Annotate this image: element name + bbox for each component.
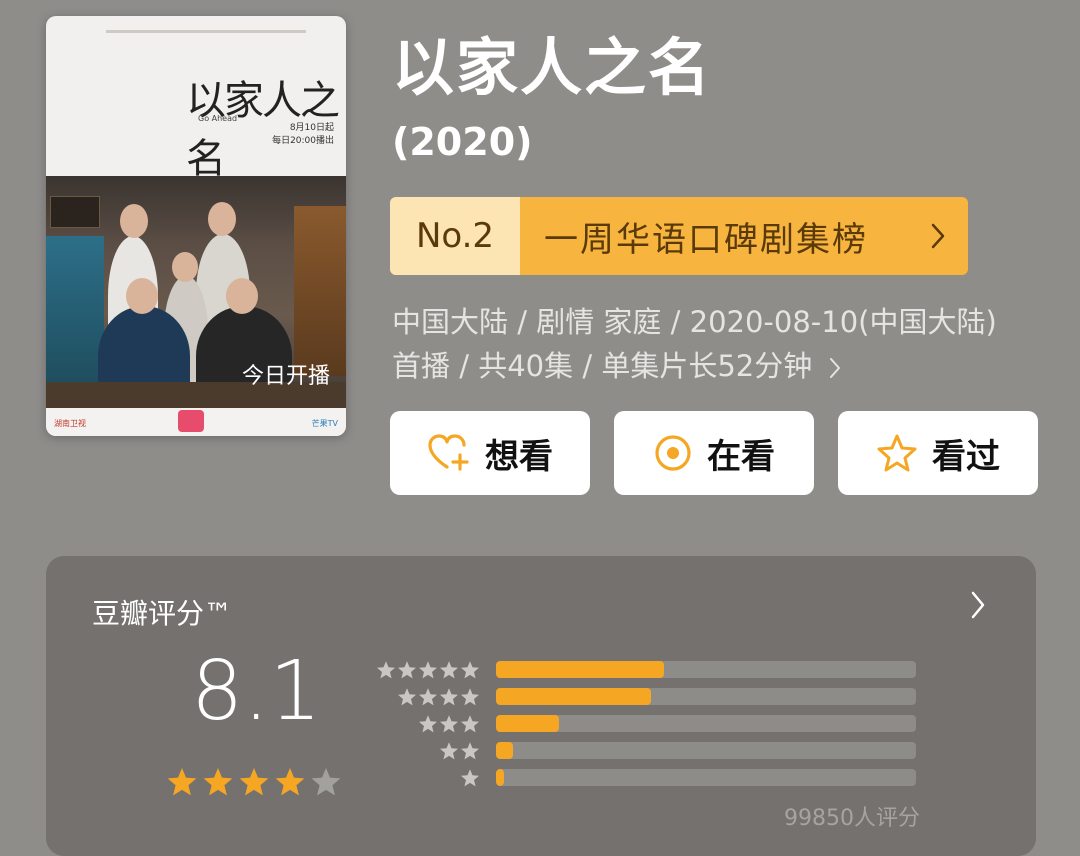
rating-card[interactable]: 豆瓣评分™ 8.1 99850人评分 <box>46 556 1036 856</box>
star-small-icon <box>440 714 458 732</box>
star-small-icon <box>419 687 437 705</box>
star-filled-icon <box>275 768 305 796</box>
star-small-icon <box>398 660 416 678</box>
watching-button[interactable]: 在看 <box>614 411 814 495</box>
ranking-banner[interactable]: No.2 一周华语口碑剧集榜 <box>390 197 968 275</box>
star-small-icon <box>377 660 395 678</box>
distribution-fill <box>496 715 559 732</box>
distribution-stars <box>376 660 480 680</box>
release-year: (2020) <box>392 120 533 164</box>
ranking-number: No.2 <box>390 197 520 275</box>
target-circle-icon <box>653 433 693 473</box>
star-small-icon <box>461 741 479 759</box>
poster-logo-right: 芒果TV <box>311 419 338 428</box>
distribution-row <box>376 683 916 710</box>
poster-logo-center <box>178 410 204 432</box>
poster-logo-left: 湖南卫视 <box>54 419 86 428</box>
action-buttons: 想看 在看 看过 <box>390 411 1038 495</box>
watching-label: 在看 <box>707 436 775 477</box>
want-to-watch-label: 想看 <box>485 436 553 477</box>
star-outline-icon <box>876 433 918 473</box>
ranking-list-name: 一周华语口碑剧集榜 <box>544 219 868 260</box>
distribution-stars <box>376 768 480 788</box>
star-empty-icon <box>311 768 341 796</box>
distribution-stars <box>376 714 480 734</box>
poster-figure-head <box>120 204 148 238</box>
poster-figure-head <box>172 252 198 282</box>
poster-date: 8月10日起 每日20:00播出 <box>272 122 334 148</box>
star-small-icon <box>461 714 479 732</box>
watched-button[interactable]: 看过 <box>838 411 1038 495</box>
distribution-row <box>376 710 916 737</box>
rating-score: 8.1 <box>191 644 322 739</box>
distribution-row <box>376 737 916 764</box>
poster-figure-head <box>126 278 158 314</box>
distribution-row <box>376 656 916 683</box>
poster-image[interactable]: 以家人之名 Go Ahead 8月10日起 每日20:00播出 今日开播 湖南卫… <box>46 16 346 436</box>
star-small-icon <box>419 660 437 678</box>
score-stars <box>166 766 342 798</box>
rating-count: 99850人评分 <box>784 806 920 831</box>
star-small-icon <box>440 660 458 678</box>
meta-text: 中国大陆 / 剧情 家庭 / 2020-08-10(中国大陆)首播 / 共40集… <box>392 305 997 383</box>
distribution-track <box>496 742 916 759</box>
poster-logo-strip: 湖南卫视 芒果TV <box>46 408 346 436</box>
star-small-icon <box>461 687 479 705</box>
poster-date-text: 8月10日起 <box>289 123 334 133</box>
chevron-right-icon[interactable] <box>970 590 986 624</box>
poster-shelf-left <box>46 236 104 386</box>
chevron-right-icon <box>908 197 968 275</box>
poster-figure-head <box>226 278 258 314</box>
star-small-icon <box>398 687 416 705</box>
poster-figure-head <box>208 202 236 236</box>
chevron-right-icon <box>821 349 841 383</box>
star-filled-icon <box>167 768 197 796</box>
heart-plus-icon <box>427 433 471 473</box>
poster-time-text: 每日20:00播出 <box>272 136 334 146</box>
poster-credits <box>106 30 306 33</box>
page-title: 以家人之名 <box>392 31 713 104</box>
watched-label: 看过 <box>932 436 1000 477</box>
want-to-watch-button[interactable]: 想看 <box>390 411 590 495</box>
rating-title: 豆瓣评分™ <box>92 597 233 630</box>
distribution-stars <box>376 741 480 761</box>
star-filled-icon <box>239 768 269 796</box>
distribution-track <box>496 661 916 678</box>
distribution-fill <box>496 688 652 705</box>
distribution-track <box>496 688 916 705</box>
star-small-icon <box>440 741 458 759</box>
star-small-icon <box>461 768 479 786</box>
show-meta-info[interactable]: 中国大陆 / 剧情 家庭 / 2020-08-10(中国大陆)首播 / 共40集… <box>392 300 1012 388</box>
distribution-fill <box>496 742 513 759</box>
distribution-stars <box>376 687 480 707</box>
star-small-icon <box>419 714 437 732</box>
distribution-track <box>496 715 916 732</box>
poster-shelf-right <box>294 206 346 376</box>
distribution-fill <box>496 661 664 678</box>
distribution-row <box>376 764 916 791</box>
poster-scene: 今日开播 <box>46 176 346 408</box>
poster-english-subtitle: Go Ahead <box>198 114 238 123</box>
star-small-icon <box>440 687 458 705</box>
poster-overlay-text: 今日开播 <box>241 364 330 389</box>
rating-distribution <box>376 656 916 791</box>
distribution-fill <box>496 769 505 786</box>
star-small-icon <box>461 660 479 678</box>
distribution-track <box>496 769 916 786</box>
star-filled-icon <box>203 768 233 796</box>
poster-shop-sign <box>50 196 100 228</box>
